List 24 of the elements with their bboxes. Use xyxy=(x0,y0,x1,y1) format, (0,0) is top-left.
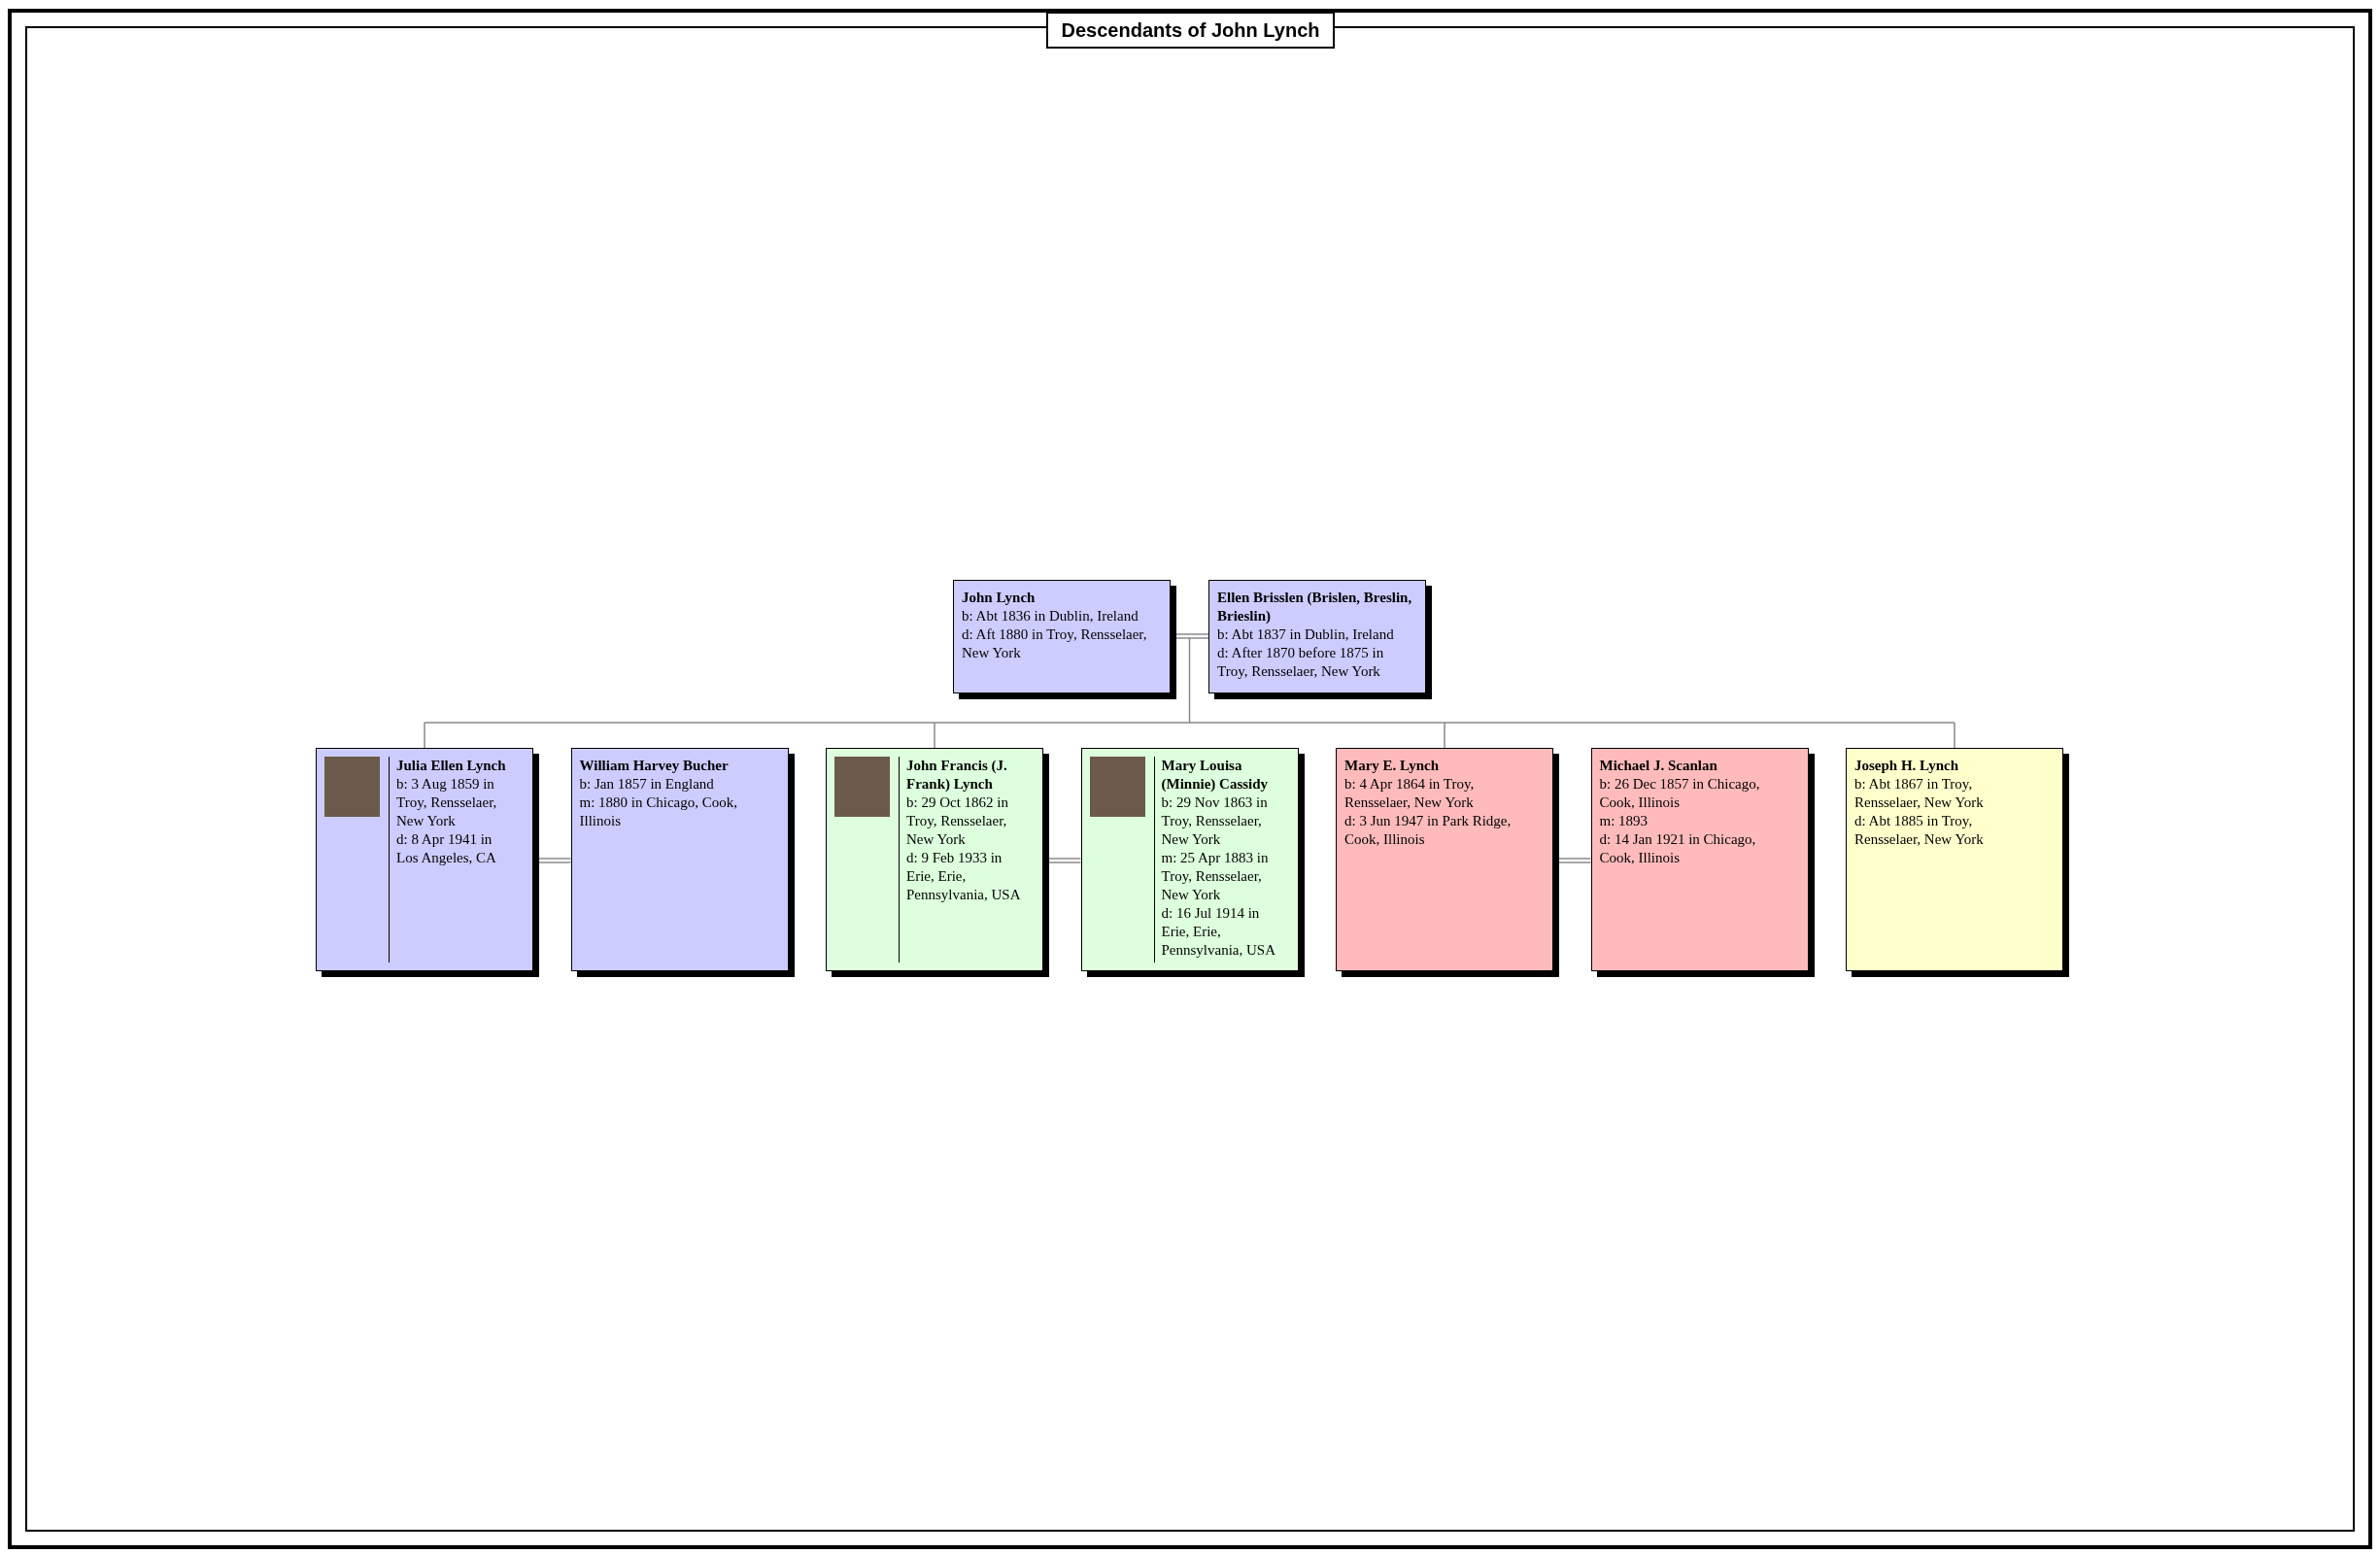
person-name: Michael J. Scanlan xyxy=(1599,757,1718,775)
photo-placeholder xyxy=(324,757,380,817)
person-name: John Lynch xyxy=(962,589,1037,607)
person-fact: m: 1880 in Chicago, Cook, Illinois xyxy=(579,794,738,830)
person-name: Mary E. Lynch xyxy=(1344,757,1441,775)
person-name: Ellen Brisslen (Brislen, Breslin, Brieslin) xyxy=(1217,589,1413,625)
person-fact: b: Abt 1837 in Dublin, Ireland xyxy=(1217,625,1395,644)
person-fact: d: 16 Jul 1914 in Erie, Erie, Pennsylvania, USA xyxy=(1161,904,1276,960)
photo-placeholder xyxy=(834,757,890,817)
chart-title: Descendants of John Lynch xyxy=(1046,12,1335,49)
person-fact: d: Aft 1880 in Troy, Rensselaer, New York xyxy=(962,625,1148,662)
person-fact: d: Abt 1885 in Troy, Rensselaer, New York xyxy=(1854,812,1985,849)
person-fact: d: After 1870 before 1875 in Troy, Rensselaer, New York xyxy=(1217,644,1385,681)
person-fact: d: 14 Jan 1921 in Chicago, Cook, Illinois xyxy=(1599,830,1757,867)
person-name: Julia Ellen Lynch xyxy=(396,757,507,775)
person-fact: m: 1893 xyxy=(1599,812,1649,830)
person-name: William Harvey Bucher xyxy=(579,757,730,775)
person-fact: d: 3 Jun 1947 in Park Ridge, Cook, Illinois xyxy=(1344,812,1513,849)
person-fact: b: Jan 1857 in England xyxy=(579,775,715,794)
person-name: Joseph H. Lynch xyxy=(1854,757,1960,775)
photo-placeholder xyxy=(1089,757,1145,817)
person-fact: d: 9 Feb 1933 in Erie, Erie, Pennsylvania, USA xyxy=(906,849,1022,904)
person-fact: d: 8 Apr 1941 in Los Angeles, CA xyxy=(396,830,497,867)
person-fact: b: Abt 1836 in Dublin, Ireland xyxy=(962,607,1139,625)
